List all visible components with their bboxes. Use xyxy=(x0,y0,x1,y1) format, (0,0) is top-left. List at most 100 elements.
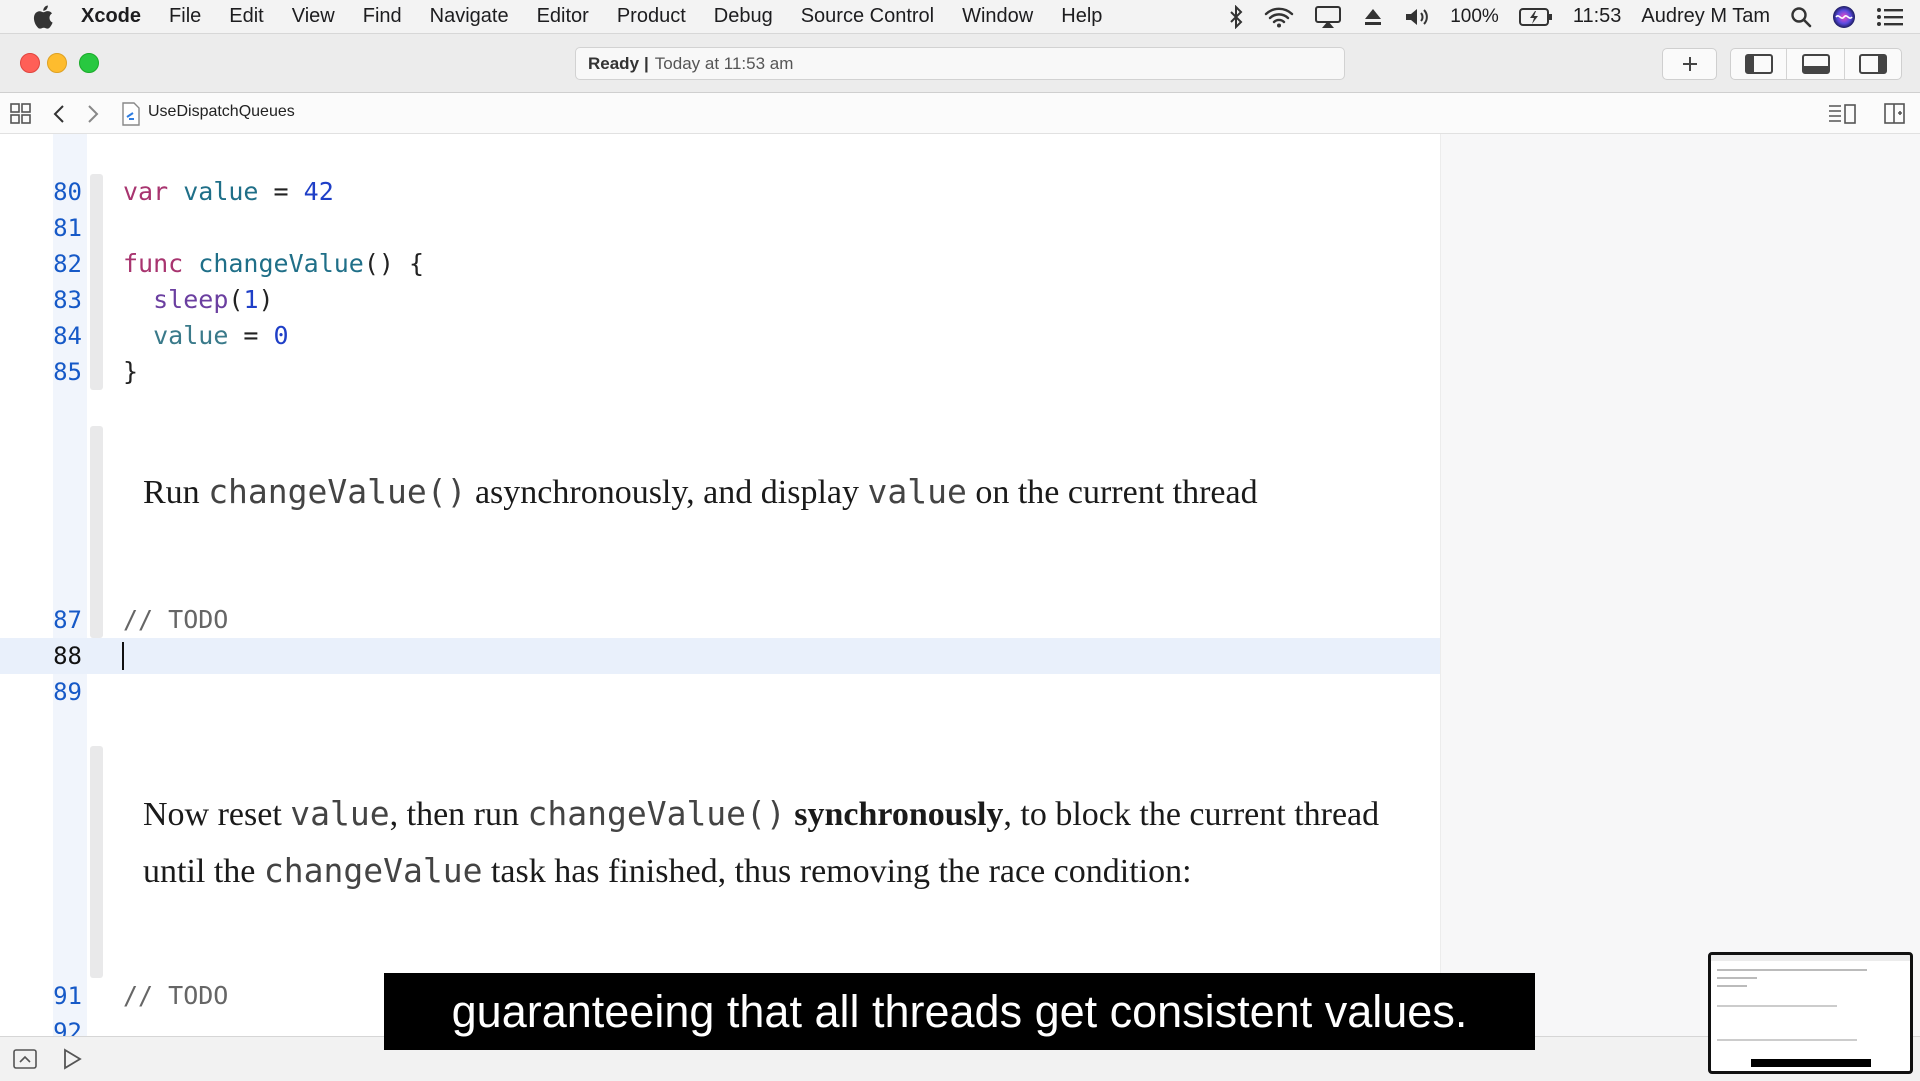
line-number-current: 88 xyxy=(53,642,82,670)
related-items-grid-icon[interactable] xyxy=(10,103,32,125)
punctuation-token: ) xyxy=(258,285,274,314)
prose-text: Run xyxy=(143,474,209,511)
panel-toggle-group xyxy=(1730,48,1902,80)
prose-text: task has finished, thus removing the rac… xyxy=(482,853,1192,890)
left-sidebar-icon xyxy=(1744,54,1773,74)
thumbnail-caption xyxy=(1751,1059,1871,1067)
prose-bold: synchronously xyxy=(794,796,1004,833)
results-sidebar xyxy=(1440,134,1920,1036)
menu-edit[interactable]: Edit xyxy=(229,5,263,28)
close-window-button[interactable] xyxy=(20,53,40,73)
punctuation-token: () { xyxy=(363,249,425,278)
folding-ribbon[interactable] xyxy=(90,746,103,978)
menu-help[interactable]: Help xyxy=(1061,5,1102,28)
keyword-token: func xyxy=(123,249,184,278)
menubar-user[interactable]: Audrey M Tam xyxy=(1641,5,1770,28)
line-number: 91 xyxy=(53,982,82,1010)
comment-line: // TODO xyxy=(123,981,229,1010)
status-separator: | xyxy=(644,53,649,73)
prose-code: changeValue() xyxy=(208,472,467,511)
prose-code: changeValue xyxy=(263,851,483,890)
menu-debug[interactable]: Debug xyxy=(714,5,773,28)
apple-icon[interactable] xyxy=(29,2,59,32)
build-status: Ready xyxy=(588,53,640,73)
prose-text xyxy=(786,796,795,833)
bluetooth-icon[interactable] xyxy=(1228,4,1244,29)
operator-token: = xyxy=(228,321,274,350)
text-cursor xyxy=(122,642,124,670)
current-line-highlight xyxy=(0,638,1440,674)
comment-line: // TODO xyxy=(123,605,229,634)
back-chevron-icon[interactable] xyxy=(52,103,66,125)
number-token: 0 xyxy=(273,321,289,350)
menu-view[interactable]: View xyxy=(292,5,335,28)
code-line: value = 0 xyxy=(123,318,289,354)
menu-file[interactable]: File xyxy=(169,5,201,28)
video-caption: guaranteeing that all threads get consis… xyxy=(384,973,1535,1050)
library-button[interactable] xyxy=(1662,48,1717,80)
menubar-clock[interactable]: 11:53 xyxy=(1573,5,1622,28)
code-line: func changeValue() { xyxy=(123,246,424,282)
debug-area-toggle-button[interactable] xyxy=(1787,49,1845,79)
menu-editor[interactable]: Editor xyxy=(537,5,589,28)
thumbnail-line xyxy=(1717,969,1867,971)
line-number: 80 xyxy=(53,178,82,206)
run-playground-icon[interactable] xyxy=(62,1048,82,1070)
battery-percent: 100% xyxy=(1450,5,1499,27)
menu-window[interactable]: Window xyxy=(962,5,1033,28)
code-line: } xyxy=(123,357,139,386)
line-number: 84 xyxy=(53,322,82,350)
bottom-panel-icon xyxy=(1801,54,1830,74)
menu-bar: Xcode File Edit View Find Navigate Edito… xyxy=(0,0,1920,34)
inspector-toggle-button[interactable] xyxy=(1845,49,1901,79)
prose-code: changeValue() xyxy=(527,794,786,833)
plus-icon xyxy=(1682,57,1697,71)
playground-file-icon xyxy=(122,102,140,126)
siri-icon[interactable] xyxy=(1832,5,1856,29)
punctuation-token: ( xyxy=(228,285,244,314)
forward-chevron-icon[interactable] xyxy=(86,103,100,125)
thumbnail-line xyxy=(1717,977,1757,979)
thumbnail-toolbar xyxy=(1711,955,1910,961)
identifier-token: changeValue xyxy=(198,249,364,278)
menu-find[interactable]: Find xyxy=(363,5,402,28)
menu-xcode[interactable]: Xcode xyxy=(81,5,141,28)
function-call-token: sleep xyxy=(153,285,229,314)
thumbnail-line xyxy=(1717,1005,1837,1007)
notification-center-icon[interactable] xyxy=(1876,6,1904,28)
video-thumbnail-preview[interactable] xyxy=(1708,952,1913,1074)
prose-code: value xyxy=(867,472,967,511)
editor-options-icon[interactable] xyxy=(1828,103,1856,125)
variable-token: value xyxy=(153,321,229,350)
wifi-icon[interactable] xyxy=(1264,6,1294,28)
prose-text: Now reset xyxy=(143,796,291,833)
line-number: 82 xyxy=(53,250,82,278)
build-status-time: Today at 11:53 am xyxy=(654,53,794,73)
number-token: 1 xyxy=(243,285,259,314)
menu-navigate[interactable]: Navigate xyxy=(430,5,509,28)
navigator-toggle-button[interactable] xyxy=(1731,49,1788,79)
menu-product[interactable]: Product xyxy=(617,5,686,28)
line-number: 85 xyxy=(53,358,82,386)
folding-ribbon[interactable] xyxy=(90,426,103,638)
eject-icon[interactable] xyxy=(1362,6,1384,28)
volume-icon[interactable] xyxy=(1404,6,1430,28)
right-sidebar-icon xyxy=(1858,54,1887,74)
minimize-window-button[interactable] xyxy=(47,53,67,73)
status-menus: 100% 11:53 Audrey M Tam xyxy=(1228,0,1904,33)
hide-debug-area-icon[interactable] xyxy=(13,1049,37,1069)
line-number: 87 xyxy=(53,606,82,634)
source-editor[interactable]: 80 81 82 83 84 85 87 88 89 91 92 var val… xyxy=(0,134,1440,1036)
airplay-icon[interactable] xyxy=(1314,5,1342,29)
add-editor-icon[interactable] xyxy=(1884,103,1906,125)
window-toolbar: Ready | Today at 11:53 am xyxy=(0,34,1920,93)
markup-paragraph: Run changeValue() asynchronously, and di… xyxy=(143,464,1440,521)
line-number: 81 xyxy=(53,214,82,242)
folding-ribbon[interactable] xyxy=(90,174,103,390)
menu-source-control[interactable]: Source Control xyxy=(801,5,934,28)
battery-icon[interactable] xyxy=(1518,7,1553,27)
zoom-window-button[interactable] xyxy=(79,53,99,73)
jump-bar-filename[interactable]: UseDispatchQueues xyxy=(148,103,295,121)
prose-text: , then run xyxy=(389,796,528,833)
spotlight-search-icon[interactable] xyxy=(1790,6,1812,28)
